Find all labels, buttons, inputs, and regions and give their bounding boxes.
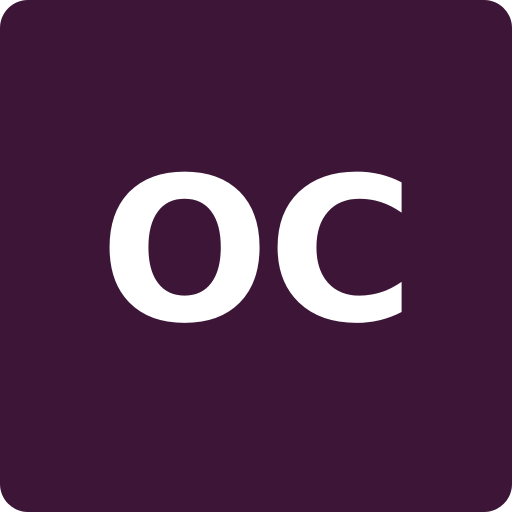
avatar: OC	[0, 0, 512, 512]
avatar-initials: OC	[99, 135, 415, 368]
